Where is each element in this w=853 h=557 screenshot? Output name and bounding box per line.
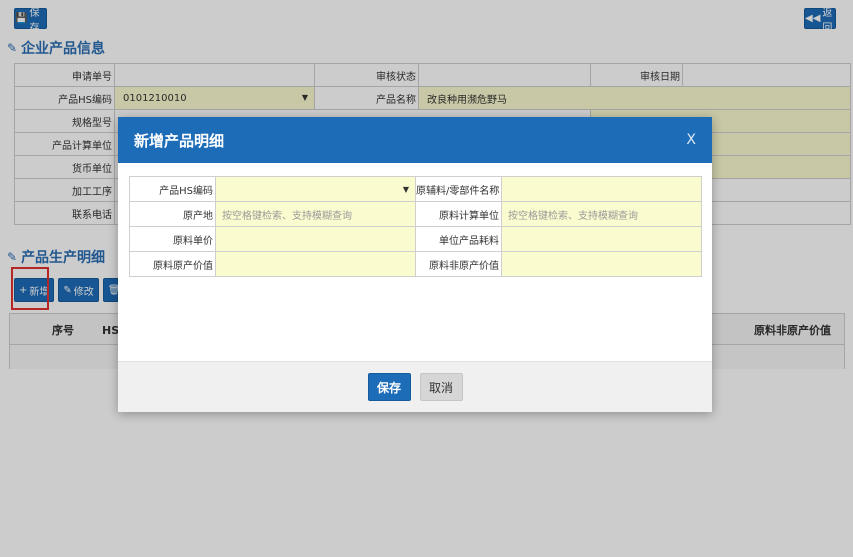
modal-save-button[interactable]: 保存 xyxy=(367,373,411,401)
modal-form: 产品HS编码 ▼ 原辅料/零部件名称 原产地 按空格键检索、支持模糊查询 原料计… xyxy=(129,176,702,277)
form-row: 原料原产价值 原料非原产价值 xyxy=(129,251,702,277)
label-material-price: 原料单价 xyxy=(129,226,216,252)
form-row: 原产地 按空格键检索、支持模糊查询 原料计算单位 按空格键检索、支持模糊查询 xyxy=(129,201,702,227)
form-row: 产品HS编码 ▼ 原辅料/零部件名称 xyxy=(129,176,702,202)
material-price-field[interactable] xyxy=(215,226,416,252)
label-modal-hs-code: 产品HS编码 xyxy=(129,176,216,202)
form-row: 原料单价 单位产品耗料 xyxy=(129,226,702,252)
modal-header: 新增产品明细 X xyxy=(118,117,712,163)
label-material-unit: 原料计算单位 xyxy=(415,201,502,227)
label-nonorigin-value: 原料非原产价值 xyxy=(415,251,502,277)
add-product-detail-modal: 新增产品明细 X 产品HS编码 ▼ 原辅料/零部件名称 原产地 按空格键检索、支… xyxy=(118,117,712,412)
origin-field[interactable]: 按空格键检索、支持模糊查询 xyxy=(215,201,416,227)
modal-title: 新增产品明细 xyxy=(134,131,225,150)
origin-value-field[interactable] xyxy=(215,251,416,277)
nonorigin-value-field[interactable] xyxy=(501,251,702,277)
modal-hs-code-select[interactable]: ▼ xyxy=(215,176,416,202)
close-icon[interactable]: X xyxy=(686,132,696,148)
label-unit-consumption: 单位产品耗料 xyxy=(415,226,502,252)
material-unit-field[interactable]: 按空格键检索、支持模糊查询 xyxy=(501,201,702,227)
modal-cancel-button[interactable]: 取消 xyxy=(419,373,463,401)
unit-consumption-field[interactable] xyxy=(501,226,702,252)
label-origin-value: 原料原产价值 xyxy=(129,251,216,277)
label-origin: 原产地 xyxy=(129,201,216,227)
label-material-name: 原辅料/零部件名称 xyxy=(415,176,502,202)
material-name-field[interactable] xyxy=(501,176,702,202)
chevron-down-icon: ▼ xyxy=(402,184,409,194)
modal-footer: 保存 取消 xyxy=(118,361,712,412)
